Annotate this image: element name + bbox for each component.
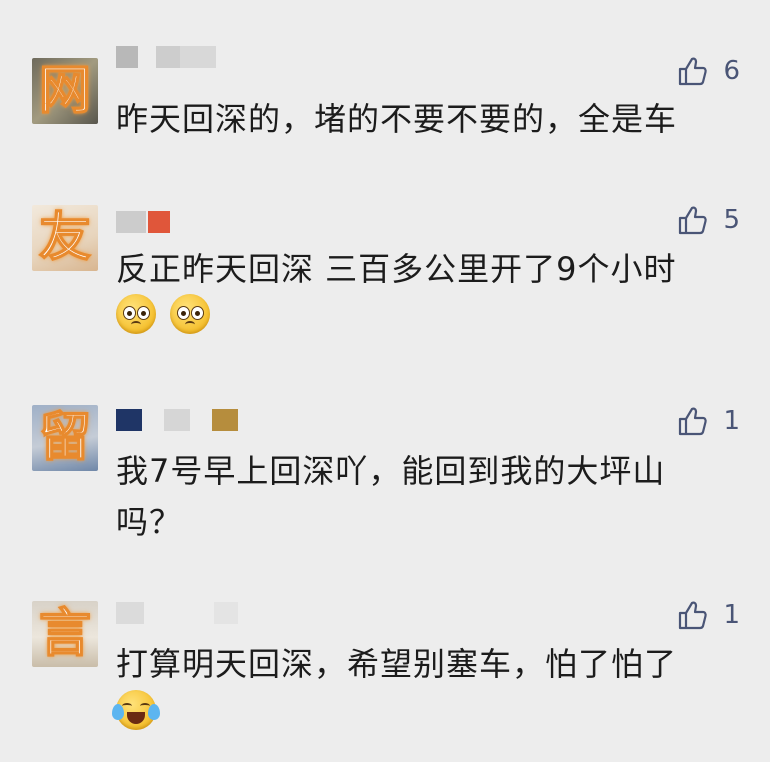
like-count: 1 [723,600,740,630]
like-button[interactable]: 1 [677,598,740,632]
avatar-glyph: 言 [38,603,92,665]
comment-text: 打算明天回深，希望别塞车，怕了怕了 [116,645,678,683]
tears-of-joy-face-icon [112,690,160,730]
username-redacted [116,602,238,624]
emoji-row [112,690,160,730]
comment-item: 言 1 打算明天回深，希望别塞车，怕了怕了 [0,0,770,762]
avatar[interactable]: 言 [32,601,98,667]
thumbs-up-icon [679,601,708,630]
